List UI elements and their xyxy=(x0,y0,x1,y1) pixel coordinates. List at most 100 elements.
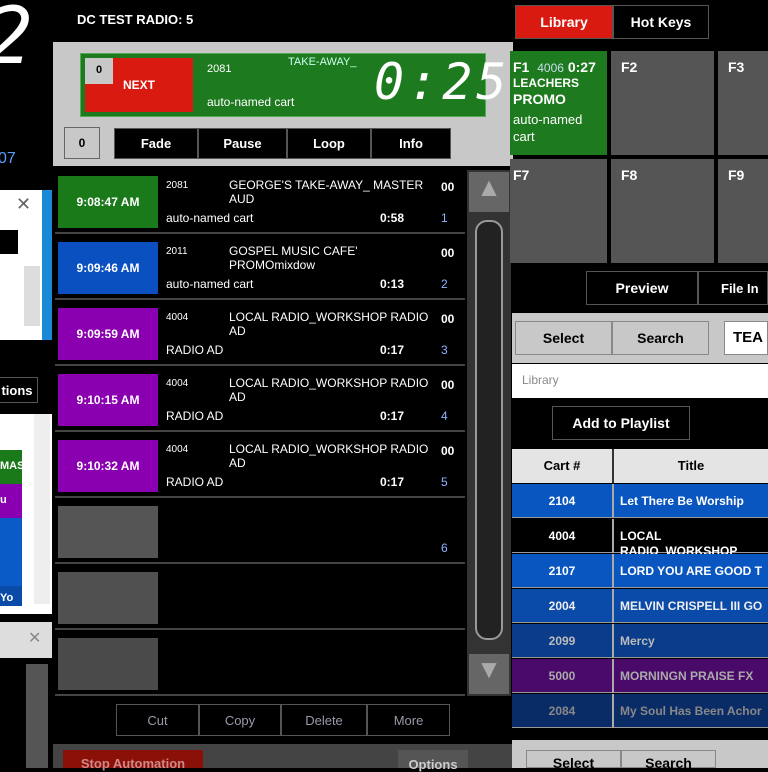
playlist-row[interactable] xyxy=(55,566,465,630)
select-button[interactable]: Select xyxy=(515,321,612,355)
row-title: Mercy xyxy=(620,634,655,648)
row-cart: 4004 xyxy=(548,529,576,543)
playlist-row[interactable]: 6 xyxy=(55,500,465,564)
next-label: NEXT xyxy=(123,78,156,92)
preview-button[interactable]: Preview xyxy=(586,271,698,305)
now-playing-title: TAKE-AWAY_ xyxy=(288,56,357,68)
row-title: Let There Be Worship xyxy=(620,494,744,508)
delete-button[interactable]: Delete xyxy=(281,704,367,736)
left-row[interactable]: Yo xyxy=(0,586,22,606)
row-cart: 2104 xyxy=(548,494,576,508)
add-to-playlist-button[interactable]: Add to Playlist xyxy=(552,406,690,440)
fader[interactable] xyxy=(26,664,48,768)
row-number: 3 xyxy=(441,343,448,357)
tab-library[interactable]: Library xyxy=(515,5,613,39)
hotkey-title: PROMO xyxy=(513,91,566,107)
row-subtitle: auto-named cart xyxy=(166,277,254,291)
station-title: DC TEST RADIO: 5 xyxy=(77,12,194,27)
row-offset: 00 xyxy=(441,378,455,392)
stop-automation-button[interactable]: Stop Automation xyxy=(63,750,203,771)
now-playing-cart: 2081 xyxy=(207,63,232,75)
hotkey-f8[interactable]: F8 xyxy=(611,159,714,263)
counter: 0 xyxy=(64,127,100,159)
now-playing-subtitle: auto-named cart xyxy=(207,95,295,109)
search-input[interactable]: TEA xyxy=(724,321,768,355)
loop-button[interactable]: Loop xyxy=(287,128,371,159)
hotkey-f9[interactable]: F9 xyxy=(718,159,768,263)
row-time xyxy=(58,506,158,558)
playlist-row[interactable]: 9:10:32 AM 4004 LOCAL RADIO_WORKSHOP RAD… xyxy=(55,434,465,498)
close-icon[interactable]: ✕ xyxy=(28,628,41,648)
row-subtitle: RADIO AD xyxy=(166,409,224,423)
bottom-search-button[interactable]: Search xyxy=(621,750,716,771)
close-icon[interactable]: ✕ xyxy=(16,194,31,215)
hotkey-cart: 4006 xyxy=(537,61,564,75)
playlist-row[interactable]: 9:08:47 AM 2081 GEORGE'S TAKE-AWAY_ MAST… xyxy=(55,170,465,234)
column-header-cart[interactable]: Cart # xyxy=(512,458,612,473)
row-title: GOSPEL MUSIC CAFE' PROMOmixdow xyxy=(229,244,358,272)
library-row[interactable]: 5000 MORNINGN PRAISE FX xyxy=(512,659,768,693)
hotkey-f2[interactable]: F2 xyxy=(611,51,714,155)
library-row[interactable]: 2004 MELVIN CRISPELL III GO xyxy=(512,589,768,623)
row-time xyxy=(58,638,158,690)
dialog-scrollbar[interactable] xyxy=(24,266,40,326)
row-duration: 0:58 xyxy=(380,211,405,225)
library-row[interactable]: 2084 My Soul Has Been Achor xyxy=(512,694,768,728)
library-row[interactable]: 2099 Mercy xyxy=(512,624,768,658)
row-cart: 2081 xyxy=(166,180,189,191)
library-row[interactable]: 4004 LOCAL RADIO_WORKSHOP xyxy=(512,519,768,558)
row-time: 9:10:15 AM xyxy=(58,374,158,426)
more-button[interactable]: More xyxy=(367,704,450,736)
column-header-title[interactable]: Title xyxy=(614,458,768,473)
pause-button[interactable]: Pause xyxy=(198,128,287,159)
playlist-row[interactable]: 9:09:46 AM 2011 GOSPEL MUSIC CAFE' PROMO… xyxy=(55,236,465,300)
left-row[interactable]: MAS xyxy=(0,450,24,484)
options-button[interactable]: Options xyxy=(398,750,468,772)
row-subtitle: RADIO AD xyxy=(166,475,224,489)
column-divider xyxy=(612,554,614,588)
left-row[interactable] xyxy=(0,518,22,552)
hotkey-f1[interactable]: F1 4006 0:27 LEACHERS PROMO auto-named c… xyxy=(510,51,607,155)
row-cart: 4004 xyxy=(166,378,189,389)
left-table: MAS u Yo xyxy=(0,414,52,614)
file-info-button[interactable]: File In xyxy=(698,271,768,305)
scroll-up-arrow-icon[interactable]: ▲ xyxy=(469,172,509,212)
hotkey-title-fragment: LEACHERS xyxy=(513,76,580,90)
tab-hot-keys[interactable]: Hot Keys xyxy=(613,5,709,39)
cut-button[interactable]: Cut xyxy=(116,704,199,736)
row-title: LOCAL RADIO_WORKSHOP RADIO AD xyxy=(229,310,429,338)
row-title: LOCAL RADIO_WORKSHOP RADIO AD xyxy=(229,442,429,470)
playlist-row[interactable]: 9:09:59 AM 4004 LOCAL RADIO_WORKSHOP RAD… xyxy=(55,302,465,366)
bottom-select-button[interactable]: Select xyxy=(526,750,621,771)
row-cart: 2107 xyxy=(548,564,576,578)
playlist-scrollbar[interactable]: ▲ ▼ xyxy=(467,170,511,696)
library-row[interactable]: 2107 LORD YOU ARE GOOD T xyxy=(512,554,768,588)
playlist-row[interactable] xyxy=(55,632,465,696)
row-number: 5 xyxy=(441,475,448,489)
scroll-thumb[interactable] xyxy=(475,220,503,640)
hotkey-f3[interactable]: F3 xyxy=(718,51,768,155)
library-filter-input[interactable]: Library xyxy=(512,364,768,398)
row-number: 2 xyxy=(441,277,448,291)
dialog: ✕ xyxy=(0,190,42,340)
playlist-row[interactable]: 9:10:15 AM 4004 LOCAL RADIO_WORKSHOP RAD… xyxy=(55,368,465,432)
info-button[interactable]: Info xyxy=(371,128,451,159)
row-cart: 2011 xyxy=(166,246,188,257)
date-fragment: 07 xyxy=(0,150,16,167)
hotkey-f7[interactable]: F7 xyxy=(510,159,607,263)
mixer-dialog: ✕ xyxy=(0,622,52,658)
left-row[interactable] xyxy=(0,552,22,586)
left-row[interactable]: u xyxy=(0,484,22,518)
blue-strip xyxy=(42,190,52,340)
row-cart: 5000 xyxy=(548,669,576,683)
scroll-down-arrow-icon[interactable]: ▼ xyxy=(469,654,509,694)
row-title: My Soul Has Been Achor xyxy=(620,704,762,718)
search-button[interactable]: Search xyxy=(612,321,709,355)
options-button-fragment[interactable]: tions xyxy=(0,377,38,403)
copy-button[interactable]: Copy xyxy=(199,704,281,736)
library-row[interactable]: 2104 Let There Be Worship xyxy=(512,484,768,518)
fade-button[interactable]: Fade xyxy=(114,128,198,159)
row-cart: 2004 xyxy=(548,599,576,613)
row-offset: 00 xyxy=(441,246,455,260)
left-table-scrollbar[interactable] xyxy=(34,414,50,604)
